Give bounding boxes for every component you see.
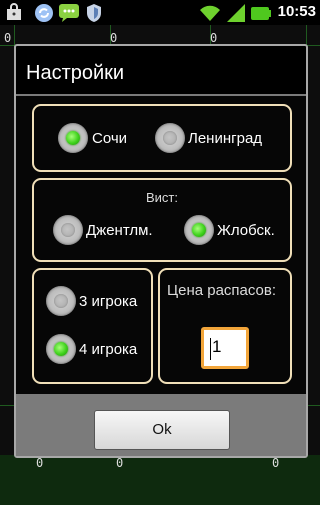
dialog-title: Настройки	[26, 62, 125, 84]
radio-sochi-label[interactable]: Сочи	[92, 130, 127, 147]
radio-leningrad-label[interactable]: Ленинград	[188, 130, 262, 147]
shield-icon	[86, 3, 102, 27]
price-input[interactable]: 1	[201, 327, 249, 369]
ok-button[interactable]: Ok	[94, 410, 230, 450]
radio-3-players[interactable]	[46, 286, 76, 316]
battery-icon	[251, 5, 271, 25]
wifi-icon	[199, 3, 221, 27]
score-top-left: 0	[4, 31, 12, 45]
sync-icon	[34, 3, 54, 27]
signal-icon	[226, 3, 246, 27]
radio-unselected-indicator	[54, 294, 68, 308]
radio-4-players-label[interactable]: 4 игрока	[79, 341, 137, 358]
radio-leningrad[interactable]	[155, 123, 185, 153]
radio-gentleman[interactable]	[53, 215, 83, 245]
dialog-button-bar: Ok	[16, 394, 306, 456]
players-group: 3 игрока 4 игрока	[32, 268, 153, 384]
radio-greedy-label[interactable]: Жлобск.	[217, 222, 275, 239]
status-bar: 10:53	[0, 0, 320, 25]
price-label: Цена распасов:	[167, 282, 277, 299]
rules-group: Сочи Ленинград	[32, 104, 292, 172]
score-bottom-left: 0	[36, 456, 44, 470]
price-group: Цена распасов: 1	[158, 268, 292, 384]
shopping-bag-icon	[6, 3, 22, 25]
settings-dialog: Настройки Сочи Ленинград Вист: Джентлм. …	[14, 44, 308, 458]
radio-selected-indicator	[54, 342, 68, 356]
dialog-content: Сочи Ленинград Вист: Джентлм. Жлобск. 3 …	[16, 96, 306, 394]
score-top-right: 0	[210, 31, 218, 45]
radio-selected-indicator	[192, 223, 206, 237]
price-value: 1	[212, 337, 222, 356]
radio-selected-indicator	[66, 131, 80, 145]
chat-icon	[58, 3, 80, 27]
score-top-middle: 0	[110, 31, 118, 45]
score-bottom-middle: 0	[116, 456, 124, 470]
radio-3-players-label[interactable]: 3 игрока	[79, 293, 137, 310]
whist-group: Вист: Джентлм. Жлобск.	[32, 178, 292, 262]
text-caret	[210, 338, 211, 360]
radio-greedy[interactable]	[184, 215, 214, 245]
radio-gentleman-label[interactable]: Джентлм.	[86, 222, 153, 239]
clock: 10:53	[277, 3, 316, 20]
radio-sochi[interactable]	[58, 123, 88, 153]
whist-title: Вист:	[146, 190, 178, 205]
radio-4-players[interactable]	[46, 334, 76, 364]
score-bottom-right: 0	[272, 456, 280, 470]
radio-unselected-indicator	[163, 131, 177, 145]
radio-unselected-indicator	[61, 223, 75, 237]
